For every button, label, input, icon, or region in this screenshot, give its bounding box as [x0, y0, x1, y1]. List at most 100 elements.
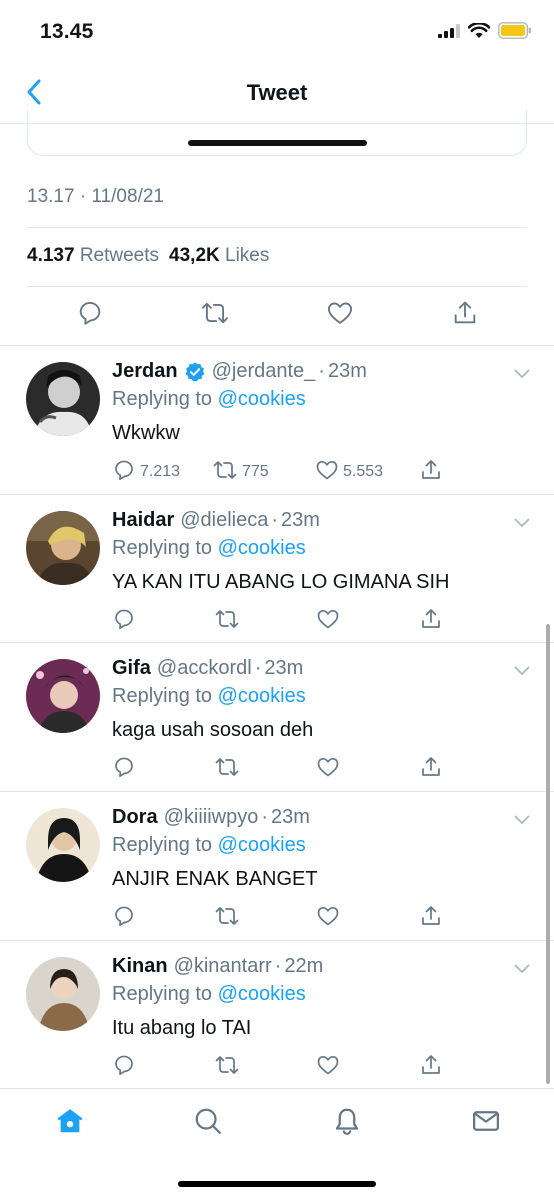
home-indicator [178, 1181, 376, 1187]
reply-button[interactable] [112, 1053, 136, 1081]
heart-icon [316, 755, 340, 784]
share-icon [419, 1053, 443, 1082]
retweet-button[interactable] [214, 607, 240, 635]
author-name[interactable]: Gifa [112, 657, 151, 680]
mention-link[interactable]: @cookies [218, 685, 306, 707]
mention-link[interactable]: @cookies [218, 537, 306, 559]
reply-button[interactable] [112, 607, 136, 635]
reply-button[interactable] [112, 904, 136, 932]
like-button[interactable] [316, 607, 340, 635]
separator-dot: · [254, 657, 262, 679]
share-button[interactable] [419, 755, 443, 783]
retweet-icon [200, 299, 230, 332]
reply-item[interactable]: Dora @kiiiiwpyo · 23m Replying to @cooki… [0, 792, 554, 940]
like-button[interactable] [316, 1053, 340, 1081]
mention-link[interactable]: @cookies [218, 983, 306, 1005]
chevron-down-icon[interactable] [514, 515, 530, 533]
replying-to: Replying to @cookies [112, 983, 306, 1006]
reply-actions [0, 755, 554, 785]
reply-header: Jerdan @jerdante_ · 23m [112, 360, 367, 383]
author-name[interactable]: Haidar [112, 509, 174, 532]
retweets-stat[interactable]: 4.137 Retweets [27, 245, 161, 267]
wifi-icon [467, 21, 491, 44]
separator-dot: · [274, 955, 282, 977]
tab-home[interactable] [50, 1103, 90, 1143]
avatar[interactable] [26, 957, 100, 1031]
avatar[interactable] [26, 659, 100, 733]
like-button[interactable] [316, 755, 340, 783]
reply-icon [112, 755, 136, 784]
share-button[interactable] [419, 1053, 443, 1081]
like-button[interactable]: 5.553 [315, 458, 383, 486]
verified-badge-icon [184, 361, 206, 383]
reply-time: 23m [271, 806, 310, 828]
author-name[interactable]: Kinan [112, 955, 168, 978]
tab-notifications[interactable] [327, 1103, 367, 1143]
reply-button[interactable] [112, 755, 136, 783]
author-handle[interactable]: @kinantarr [174, 955, 272, 978]
retweet-icon [214, 607, 240, 636]
reply-icon [112, 1053, 136, 1082]
author-handle[interactable]: @dielieca [180, 509, 268, 532]
search-icon [193, 1106, 223, 1141]
reply-text: ANJIR ENAK BANGET [112, 868, 318, 890]
heart-icon [315, 458, 339, 487]
tab-messages[interactable] [466, 1103, 506, 1143]
reply-text: YA KAN ITU ABANG LO GIMANA SIH [112, 571, 450, 593]
reply-icon [112, 904, 136, 933]
share-button[interactable] [419, 904, 443, 932]
reply-item[interactable]: Kinan @kinantarr · 22m Replying to @cook… [0, 941, 554, 1089]
reply-count: 7.213 [140, 463, 181, 480]
author-handle[interactable]: @jerdante_ [212, 360, 316, 383]
chevron-down-icon[interactable] [514, 812, 530, 830]
tab-search[interactable] [188, 1103, 228, 1143]
replying-label: Replying to [112, 388, 213, 410]
tweet-actions [0, 290, 554, 346]
status-time: 13.45 [40, 20, 94, 43]
chevron-down-icon[interactable] [514, 366, 530, 384]
reply-icon [76, 299, 104, 332]
reply-icon [112, 607, 136, 636]
share-button[interactable] [419, 607, 443, 635]
avatar[interactable] [26, 362, 100, 436]
chevron-down-icon[interactable] [514, 663, 530, 681]
reply-item[interactable]: Gifa @acckordl · 23m Replying to @cookie… [0, 643, 554, 791]
share-button[interactable] [419, 458, 443, 486]
reply-header: Haidar @dielieca · 23m [112, 509, 320, 532]
reply-actions [0, 904, 554, 934]
reply-actions: 7.213 775 5.553 [0, 458, 554, 488]
reply-item[interactable]: Jerdan @jerdante_ · 23m Replying to @coo… [0, 346, 554, 494]
divider [27, 286, 527, 287]
like-button[interactable] [325, 300, 355, 330]
reply-button[interactable]: 7.213 [112, 458, 180, 486]
reply-button[interactable] [75, 300, 105, 330]
retweet-button[interactable] [214, 904, 240, 932]
reply-item[interactable]: Haidar @dielieca · 23m Replying to @cook… [0, 495, 554, 643]
retweet-button[interactable] [214, 1053, 240, 1081]
retweet-button[interactable] [214, 755, 240, 783]
mention-link[interactable]: @cookies [218, 834, 306, 856]
author-name[interactable]: Dora [112, 806, 158, 829]
retweet-icon [212, 458, 238, 487]
replying-label: Replying to [112, 685, 213, 707]
avatar[interactable] [26, 511, 100, 585]
avatar[interactable] [26, 808, 100, 882]
mail-icon [471, 1106, 501, 1141]
like-button[interactable] [316, 904, 340, 932]
mention-link[interactable]: @cookies [218, 388, 306, 410]
retweet-icon [214, 1053, 240, 1082]
reply-time: 22m [284, 955, 324, 977]
retweet-button[interactable] [200, 300, 230, 330]
author-handle[interactable]: @kiiiiwpyo [164, 806, 259, 829]
like-count: 5.553 [343, 463, 384, 480]
signal-icon [438, 23, 460, 43]
retweet-button[interactable]: 775 [212, 458, 269, 486]
likes-stat[interactable]: 43,2K Likes [169, 245, 271, 267]
chevron-down-icon[interactable] [514, 961, 530, 979]
author-name[interactable]: Jerdan [112, 360, 178, 383]
author-handle[interactable]: @acckordl [157, 657, 252, 680]
share-button[interactable] [450, 300, 480, 330]
embedded-media-card[interactable] [27, 110, 527, 156]
scrollbar[interactable] [546, 624, 550, 1084]
likes-count: 43,2K [169, 245, 220, 266]
